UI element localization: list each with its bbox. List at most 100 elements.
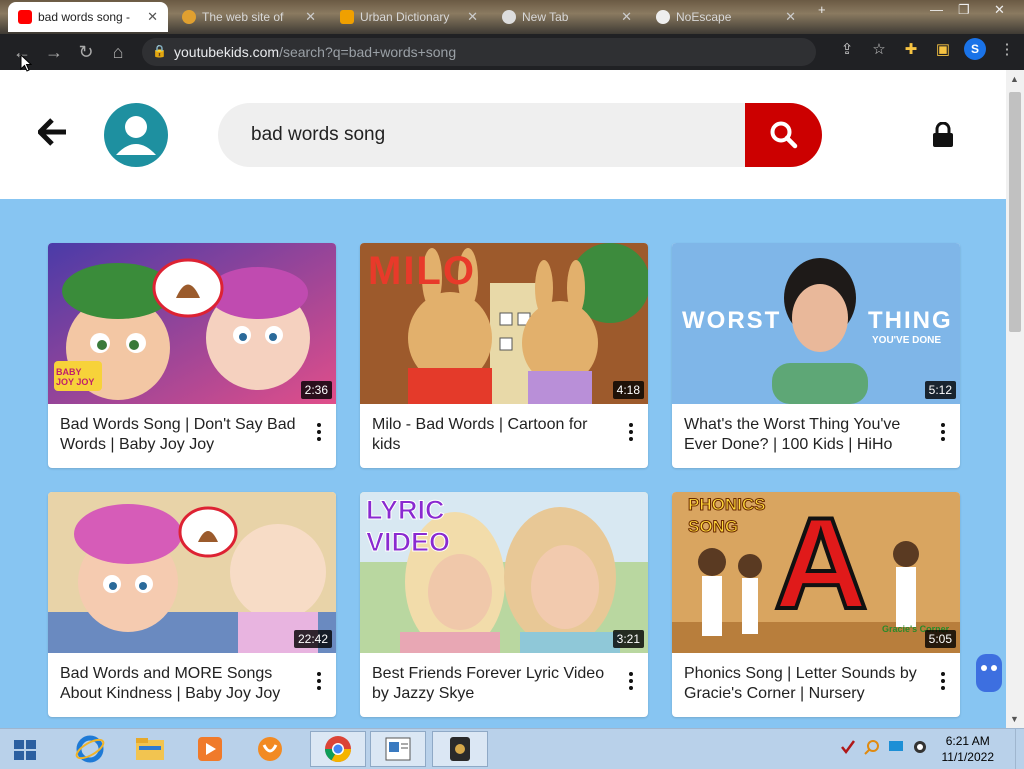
video-card[interactable]: MILO 4:18 Milo - Bad Words | Cartoon for…: [360, 243, 648, 468]
media-player-icon[interactable]: [182, 731, 238, 767]
tab-title: The web site of: [202, 10, 284, 24]
video-title[interactable]: What's the Worst Thing You've Ever Done?…: [684, 415, 924, 455]
pumpkin-icon: [182, 10, 196, 24]
tab-title: New Tab: [522, 10, 569, 24]
tab-noescape[interactable]: NoEscape ✕: [646, 2, 806, 32]
tray-monitor-icon[interactable]: [888, 739, 904, 755]
video-title[interactable]: Bad Words and MORE Songs About Kindness …: [60, 664, 300, 704]
thumbnail-text: WORST: [682, 307, 782, 334]
video-title[interactable]: Bad Words Song | Don't Say Bad Words | B…: [60, 415, 300, 455]
internet-explorer-icon[interactable]: [62, 731, 118, 767]
page-header: bad words song: [0, 70, 1006, 199]
video-duration: 22:42: [293, 630, 332, 648]
video-thumbnail[interactable]: MILO 4:18: [360, 243, 648, 404]
clock-time: 6:21 AM: [945, 734, 990, 748]
video-duration: 5:05: [924, 630, 956, 648]
thumbnail-text: PHONICS: [687, 495, 766, 515]
mouse-cursor-icon: [20, 53, 33, 77]
close-icon[interactable]: ✕: [621, 9, 632, 25]
thumbnail-text: YOU'VE DONE: [872, 335, 942, 346]
thumbnail-text: VIDEO: [365, 527, 451, 558]
windows-start-icon[interactable]: [14, 740, 36, 765]
mascot-icon: [972, 650, 1006, 701]
more-options-icon[interactable]: [316, 423, 322, 441]
forward-icon[interactable]: →: [38, 36, 70, 68]
video-card[interactable]: 22:42 Bad Words and MORE Songs About Kin…: [48, 492, 336, 717]
thumbnail-logo-text: BABY JOY JOY: [56, 367, 95, 387]
video-title[interactable]: Milo - Bad Words | Cartoon for kids: [372, 415, 612, 455]
parent-lock-icon[interactable]: [932, 121, 954, 153]
video-title[interactable]: Phonics Song | Letter Sounds by Gracie's…: [684, 664, 924, 704]
profile-icon[interactable]: [104, 103, 168, 167]
video-title[interactable]: Best Friends Forever Lyric Video by Jazz…: [372, 664, 612, 704]
close-icon[interactable]: ✕: [785, 9, 796, 25]
thumbnail-text: SONG: [687, 517, 739, 537]
video-duration: 5:12: [924, 381, 956, 399]
window-close-icon[interactable]: ✕: [994, 2, 1005, 18]
chrome-taskbar-icon[interactable]: [310, 731, 366, 767]
search-input[interactable]: bad words song: [218, 103, 822, 167]
tab-new-tab[interactable]: New Tab ✕: [492, 2, 642, 32]
video-thumbnail[interactable]: A PHONICS SONG Gracie's Corner 5:05: [672, 492, 960, 653]
url-path: /search?q=bad+words+song: [279, 44, 457, 60]
more-options-icon[interactable]: [628, 423, 634, 441]
tray-search-icon[interactable]: [864, 739, 880, 755]
reload-icon[interactable]: ↻: [70, 36, 102, 68]
system-tray: [840, 739, 928, 755]
uc-browser-icon[interactable]: [242, 731, 298, 767]
extensions-icon[interactable]: ✚: [900, 38, 922, 60]
video-thumbnail[interactable]: 22:42: [48, 492, 336, 653]
close-icon[interactable]: ✕: [147, 9, 158, 25]
more-options-icon[interactable]: [316, 672, 322, 690]
search-button[interactable]: [745, 103, 822, 167]
address-bar[interactable]: 🔒 youtubekids.com/search?q=bad+words+son…: [142, 38, 816, 66]
close-icon[interactable]: ✕: [467, 9, 478, 25]
back-arrow-icon[interactable]: [36, 118, 68, 150]
video-card[interactable]: WORST THING YOU'VE DONE 5:12 What's the …: [672, 243, 960, 468]
lock-icon: 🔒: [152, 44, 167, 58]
video-card[interactable]: A PHONICS SONG Gracie's Corner 5:05 Phon…: [672, 492, 960, 717]
scrollbar-thumb[interactable]: [1009, 92, 1021, 332]
video-thumbnail[interactable]: BABY JOY JOY 2:36: [48, 243, 336, 404]
tray-speaker-icon[interactable]: [912, 739, 928, 755]
page-scrollbar[interactable]: ▲ ▼: [1006, 70, 1024, 728]
home-icon[interactable]: ⌂: [102, 36, 134, 68]
scroll-down-icon[interactable]: ▼: [1010, 714, 1019, 724]
tab-web-site[interactable]: The web site of ✕: [172, 2, 326, 32]
video-card[interactable]: LYRIC VIDEO 3:21 Best Friends Forever Ly…: [360, 492, 648, 717]
bookmark-star-icon[interactable]: ☆: [868, 38, 890, 60]
side-panel-icon[interactable]: ▣: [932, 38, 954, 60]
system-clock[interactable]: 6:21 AM 11/1/2022: [942, 733, 995, 765]
app-window-icon[interactable]: [432, 731, 488, 767]
share-icon[interactable]: ⇪: [836, 38, 858, 60]
search-query: bad words song: [251, 124, 386, 145]
clock-date: 11/1/2022: [941, 750, 995, 764]
maximize-icon[interactable]: ❐: [958, 2, 970, 18]
thumbnail-text: LYRIC: [366, 495, 446, 526]
video-thumbnail[interactable]: WORST THING YOU'VE DONE 5:12: [672, 243, 960, 404]
search-icon: [770, 121, 797, 149]
taskbar: 6:21 AM 11/1/2022: [0, 728, 1024, 769]
video-duration: 4:18: [612, 381, 644, 399]
file-explorer-icon[interactable]: [122, 731, 178, 767]
menu-dots-icon[interactable]: ⋮: [996, 38, 1018, 60]
tab-urban-dictionary[interactable]: Urban Dictionary ✕: [330, 2, 488, 32]
new-tab-icon[interactable]: +: [818, 2, 826, 17]
youtube-kids-icon: [18, 10, 32, 24]
tab-title: NoEscape: [676, 10, 732, 24]
tab-youtube-kids[interactable]: bad words song - ✕: [8, 2, 168, 32]
show-desktop-button[interactable]: [1015, 729, 1024, 769]
thumbnail-text: A: [772, 492, 870, 636]
scroll-up-icon[interactable]: ▲: [1010, 74, 1019, 84]
more-options-icon[interactable]: [628, 672, 634, 690]
url-host: youtubekids.com: [174, 44, 280, 60]
tray-check-icon[interactable]: [840, 739, 856, 755]
profile-avatar[interactable]: S: [964, 38, 986, 60]
document-viewer-icon[interactable]: [370, 731, 426, 767]
more-options-icon[interactable]: [940, 423, 946, 441]
video-thumbnail[interactable]: LYRIC VIDEO 3:21: [360, 492, 648, 653]
minimize-icon[interactable]: —: [930, 2, 943, 17]
more-options-icon[interactable]: [940, 672, 946, 690]
video-card[interactable]: BABY JOY JOY 2:36 Bad Words Song | Don't…: [48, 243, 336, 468]
close-icon[interactable]: ✕: [305, 9, 316, 25]
